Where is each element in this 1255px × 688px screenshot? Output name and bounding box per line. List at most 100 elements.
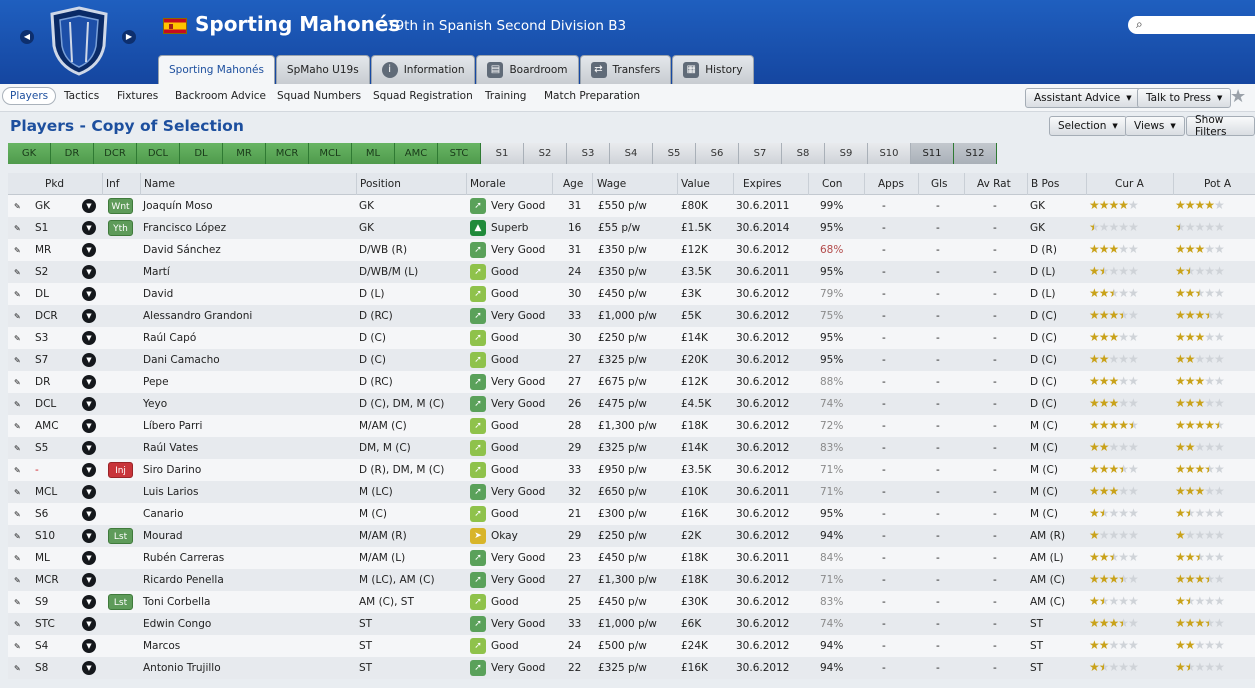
table-row[interactable]: ✎ S8 ▼ Antonio Trujillo ST ➚ Very Good 2… xyxy=(8,657,1255,679)
chevron-down-icon[interactable]: ▼ xyxy=(82,265,96,279)
chevron-down-icon[interactable]: ▼ xyxy=(82,485,96,499)
col-expires[interactable]: Expires xyxy=(733,173,781,195)
table-row[interactable]: ✎ STC ▼ Edwin Congo ST ➚ Very Good 33 £1… xyxy=(8,613,1255,635)
table-row[interactable]: ✎ ML ▼ Rubén Carreras M/AM (L) ➚ Very Go… xyxy=(8,547,1255,569)
player-name[interactable]: Siro Darino xyxy=(143,464,201,476)
table-row[interactable]: ✎ DL ▼ David D (L) ➚ Good 30 £450 p/w £3… xyxy=(8,283,1255,305)
chevron-down-icon[interactable]: ▼ xyxy=(82,199,96,213)
selection-slot-dr[interactable]: DR xyxy=(51,143,94,164)
col-morale[interactable]: Morale xyxy=(466,173,506,195)
col-cura[interactable]: Cur A xyxy=(1086,173,1144,195)
selection-slot-amc[interactable]: AMC xyxy=(395,143,438,164)
chevron-down-icon[interactable]: ▼ xyxy=(82,221,96,235)
chevron-down-icon[interactable]: ▼ xyxy=(82,419,96,433)
player-pointer-icon[interactable]: ✎ xyxy=(14,334,21,343)
player-pointer-icon[interactable]: ✎ xyxy=(14,268,21,277)
player-name[interactable]: David xyxy=(143,288,173,300)
favourite-star-icon[interactable]: ★ xyxy=(1230,86,1246,107)
player-pointer-icon[interactable]: ✎ xyxy=(14,444,21,453)
subnav-tactics[interactable]: Tactics xyxy=(64,90,99,102)
selection-slot-s6[interactable]: S6 xyxy=(696,143,739,164)
table-row[interactable]: ✎ MR ▼ David Sánchez D/WB (R) ➚ Very Goo… xyxy=(8,239,1255,261)
col-name[interactable]: Name xyxy=(140,173,175,195)
player-name[interactable]: Raúl Vates xyxy=(143,442,198,454)
next-arrow-icon[interactable]: ▶ xyxy=(122,30,136,44)
selection-slot-ml[interactable]: ML xyxy=(352,143,395,164)
assistant-advice-button[interactable]: Assistant Advice ▼ xyxy=(1025,88,1141,108)
chevron-down-icon[interactable]: ▼ xyxy=(82,243,96,257)
player-status-badge[interactable]: Wnt xyxy=(108,198,133,214)
player-pointer-icon[interactable]: ✎ xyxy=(14,224,21,233)
player-pointer-icon[interactable]: ✎ xyxy=(14,466,21,475)
player-name[interactable]: Yeyo xyxy=(143,398,167,410)
selection-slot-s9[interactable]: S9 xyxy=(825,143,868,164)
selection-slot-mr[interactable]: MR xyxy=(223,143,266,164)
chevron-down-icon[interactable]: ▼ xyxy=(82,573,96,587)
table-row[interactable]: ✎ S2 ▼ Martí D/WB/M (L) ➚ Good 24 £350 p… xyxy=(8,261,1255,283)
table-row[interactable]: ✎ GK ▼ Wnt Joaquín Moso GK ➚ Very Good 3… xyxy=(8,195,1255,217)
chevron-down-icon[interactable]: ▼ xyxy=(82,529,96,543)
selection-slot-dcr[interactable]: DCR xyxy=(94,143,137,164)
table-row[interactable]: ✎ S10 ▼ Lst Mourad M/AM (R) ➤ Okay 29 £2… xyxy=(8,525,1255,547)
player-name[interactable]: Líbero Parri xyxy=(143,420,202,432)
col-gls[interactable]: Gls xyxy=(918,173,948,195)
player-pointer-icon[interactable]: ✎ xyxy=(14,378,21,387)
col-wage[interactable]: Wage xyxy=(592,173,626,195)
subnav-squad-registration[interactable]: Squad Registration xyxy=(373,90,473,102)
player-pointer-icon[interactable]: ✎ xyxy=(14,400,21,409)
player-name[interactable]: Marcos xyxy=(143,640,180,652)
chevron-down-icon[interactable]: ▼ xyxy=(82,617,96,631)
selection-slot-dl[interactable]: DL xyxy=(180,143,223,164)
chevron-down-icon[interactable]: ▼ xyxy=(82,309,96,323)
player-pointer-icon[interactable]: ✎ xyxy=(14,488,21,497)
selection-slot-s10[interactable]: S10 xyxy=(868,143,911,164)
chevron-down-icon[interactable]: ▼ xyxy=(82,441,96,455)
chevron-down-icon[interactable]: ▼ xyxy=(82,661,96,675)
player-pointer-icon[interactable]: ✎ xyxy=(14,642,21,651)
player-status-badge[interactable]: Yth xyxy=(108,220,133,236)
player-name[interactable]: Martí xyxy=(143,266,170,278)
table-row[interactable]: ✎ DCR ▼ Alessandro Grandoni D (RC) ➚ Ver… xyxy=(8,305,1255,327)
table-row[interactable]: ✎ S9 ▼ Lst Toni Corbella AM (C), ST ➚ Go… xyxy=(8,591,1255,613)
player-name[interactable]: Alessandro Grandoni xyxy=(143,310,252,322)
show-filters-button[interactable]: Show Filters xyxy=(1186,114,1255,138)
tab-u19s[interactable]: SpMaho U19s xyxy=(275,55,370,84)
player-name[interactable]: Dani Camacho xyxy=(143,354,220,366)
subnav-backroom-advice[interactable]: Backroom Advice xyxy=(175,90,266,102)
chevron-down-icon[interactable]: ▼ xyxy=(82,507,96,521)
selection-slot-mcr[interactable]: MCR xyxy=(266,143,309,164)
chevron-down-icon[interactable]: ▼ xyxy=(82,375,96,389)
subnav-fixtures[interactable]: Fixtures xyxy=(117,90,158,102)
subnav-training[interactable]: Training xyxy=(485,90,526,102)
tab-information[interactable]: i Information xyxy=(370,55,476,84)
player-status-badge[interactable]: Inj xyxy=(108,462,133,478)
chevron-down-icon[interactable]: ▼ xyxy=(82,595,96,609)
col-con[interactable]: Con xyxy=(808,173,842,195)
views-button[interactable]: Views ▼ xyxy=(1125,116,1185,136)
subnav-players[interactable]: Players xyxy=(2,87,57,105)
selection-slot-gk[interactable]: GK xyxy=(8,143,51,164)
table-row[interactable]: ✎ MCL ▼ Luis Larios M (LC) ➚ Very Good 3… xyxy=(8,481,1255,503)
club-name[interactable]: Sporting Mahonés xyxy=(195,12,400,36)
selection-slot-s5[interactable]: S5 xyxy=(653,143,696,164)
player-pointer-icon[interactable]: ✎ xyxy=(14,598,21,607)
player-name[interactable]: Raúl Capó xyxy=(143,332,196,344)
selection-slot-s11[interactable]: S11 xyxy=(911,143,954,164)
player-name[interactable]: Edwin Congo xyxy=(143,618,211,630)
table-row[interactable]: ✎ S3 ▼ Raúl Capó D (C) ➚ Good 30 £250 p/… xyxy=(8,327,1255,349)
selection-slot-s3[interactable]: S3 xyxy=(567,143,610,164)
chevron-down-icon[interactable]: ▼ xyxy=(82,463,96,477)
player-pointer-icon[interactable]: ✎ xyxy=(14,202,21,211)
player-status-badge[interactable]: Lst xyxy=(108,528,133,544)
player-pointer-icon[interactable]: ✎ xyxy=(14,532,21,541)
table-row[interactable]: ✎ S1 ▼ Yth Francisco López GK ▲ Superb 1… xyxy=(8,217,1255,239)
selection-slot-mcl[interactable]: MCL xyxy=(309,143,352,164)
player-name[interactable]: Pepe xyxy=(143,376,169,388)
col-inf[interactable]: Inf xyxy=(102,173,119,195)
player-pointer-icon[interactable]: ✎ xyxy=(14,356,21,365)
col-age[interactable]: Age xyxy=(552,173,583,195)
player-name[interactable]: Joaquín Moso xyxy=(143,200,213,212)
chevron-down-icon[interactable]: ▼ xyxy=(82,551,96,565)
table-row[interactable]: ✎ S4 ▼ Marcos ST ➚ Good 24 £500 p/w £24K… xyxy=(8,635,1255,657)
table-row[interactable]: ✎ S5 ▼ Raúl Vates DM, M (C) ➚ Good 29 £3… xyxy=(8,437,1255,459)
